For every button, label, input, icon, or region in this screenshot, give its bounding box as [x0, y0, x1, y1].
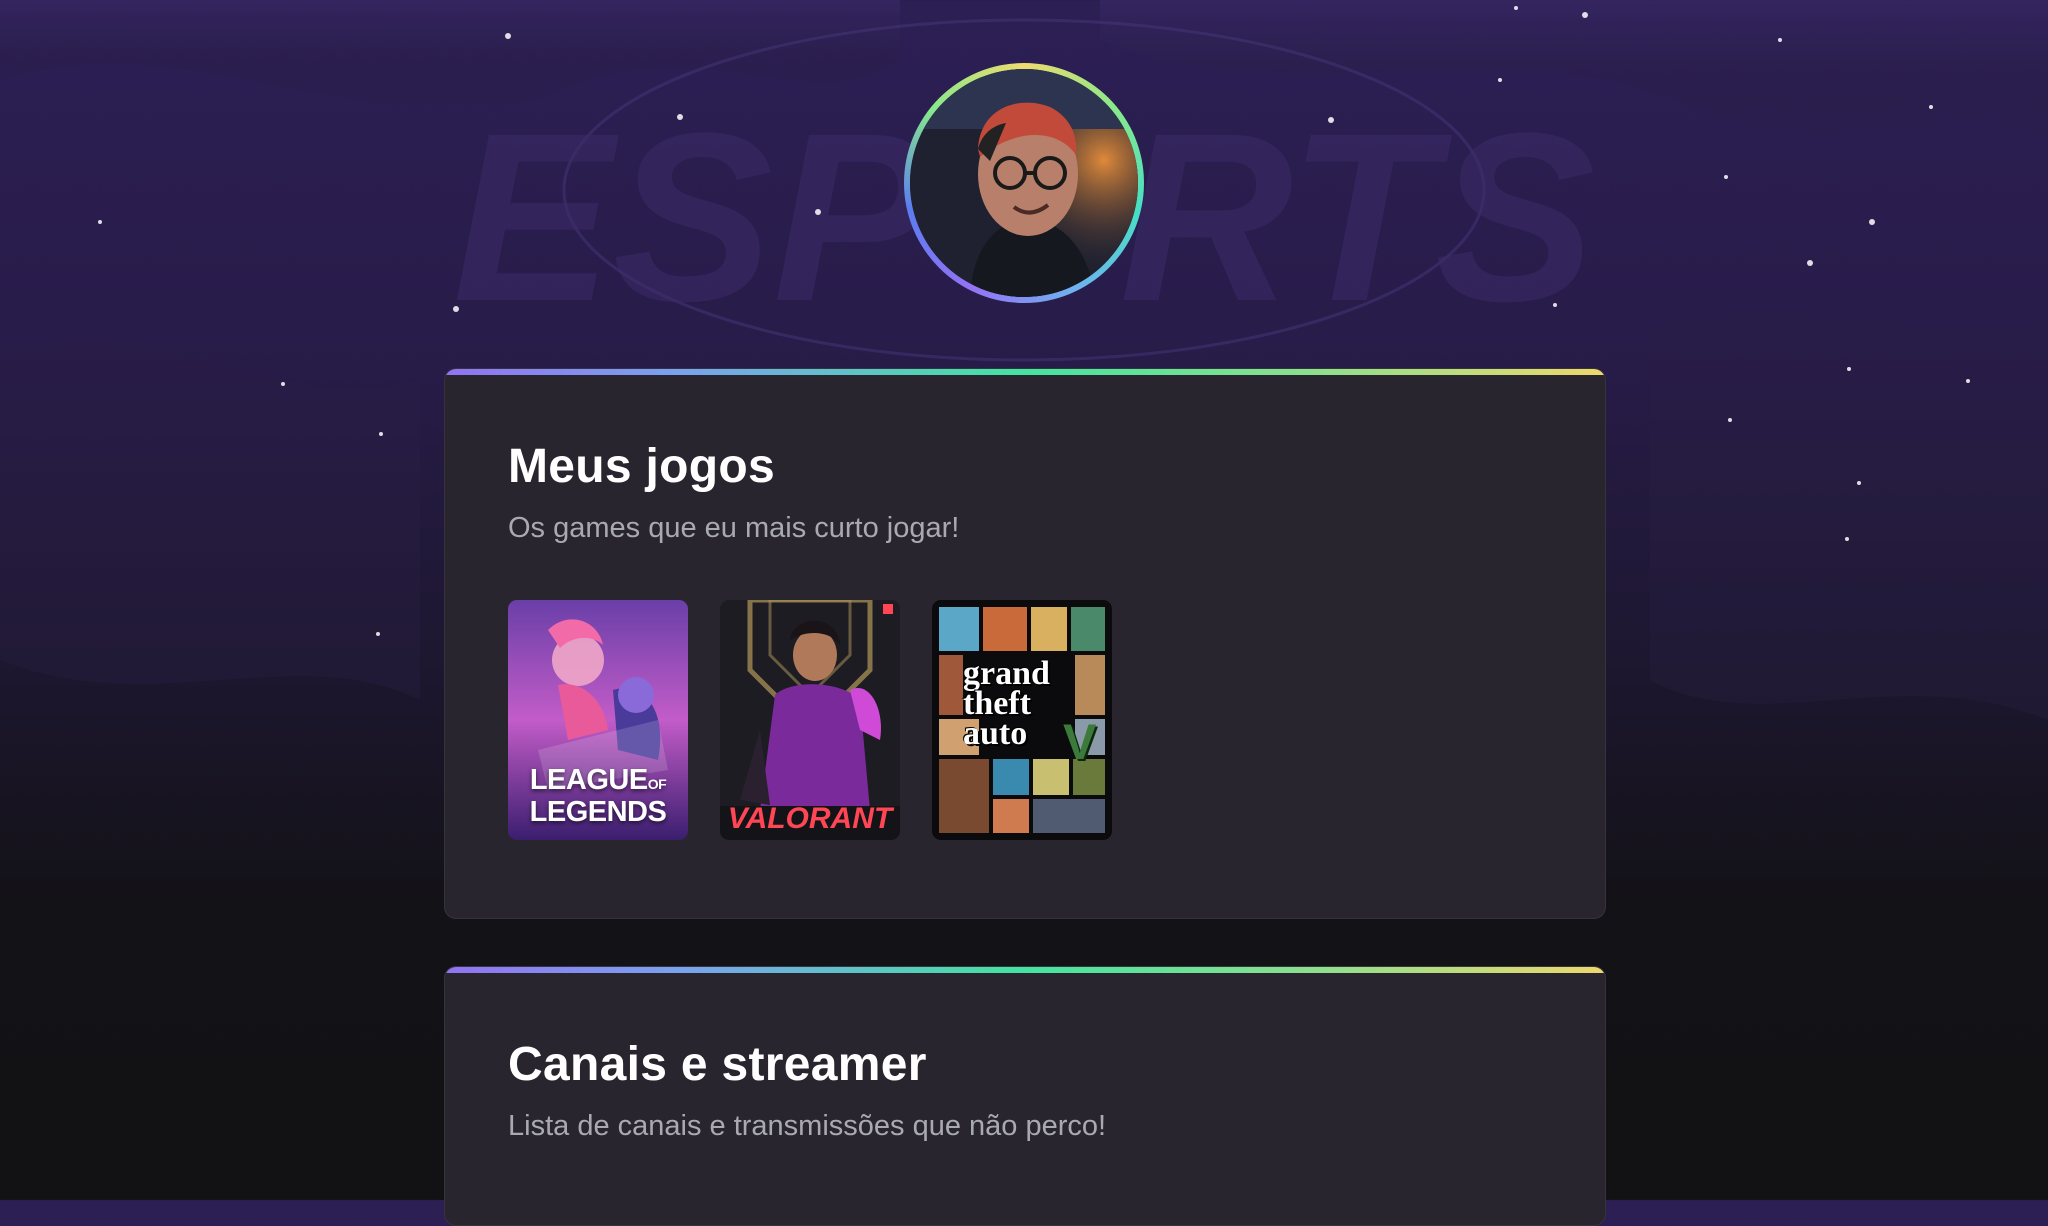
avatar-photo — [910, 69, 1138, 297]
gta-v-five-logo: V — [1063, 714, 1097, 770]
game-cover-gta-v[interactable]: grand theft auto V — [932, 600, 1112, 840]
gta-v-logo: grand theft auto — [963, 655, 1050, 752]
league-of-legends-logo: LEAGUEOF LEGENDS — [529, 764, 667, 828]
games-card: Meus jogos Os games que eu mais curto jo… — [444, 368, 1606, 919]
channels-title: Canais e streamer — [508, 1038, 927, 1091]
games-title: Meus jogos — [508, 440, 776, 493]
channels-subtitle: Lista de canais e transmissões que não p… — [508, 1110, 1107, 1142]
game-cover-league-of-legends[interactable]: LEAGUEOF LEGENDS — [508, 600, 688, 840]
channels-card: Canais e streamer Lista de canais e tran… — [444, 966, 1606, 1226]
game-cover-valorant[interactable]: VALORANT — [720, 600, 900, 840]
games-list: LEAGUEOF LEGENDS VALORANT grand theft au… — [508, 600, 1112, 840]
profile-avatar — [904, 63, 1144, 303]
games-subtitle: Os games que eu mais curto jogar! — [508, 512, 960, 544]
valorant-logo: VALORANT — [727, 802, 893, 835]
